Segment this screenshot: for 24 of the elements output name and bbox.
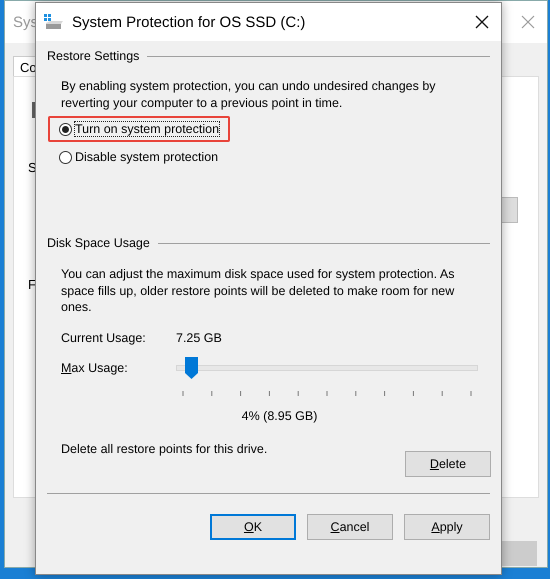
- slider-track[interactable]: [176, 356, 478, 378]
- group-heading: Disk Space Usage: [47, 236, 150, 250]
- close-icon[interactable]: [475, 15, 489, 29]
- slider-thumb[interactable]: [184, 356, 198, 378]
- radio-option[interactable]: Turn on system protection: [48, 116, 230, 142]
- delete-description: Delete all restore points for this drive.: [61, 442, 268, 456]
- radio-option[interactable]: Disable system protection: [48, 144, 230, 170]
- delete-button[interactable]: Delete: [405, 450, 491, 476]
- current-usage-value: 7.25 GB: [176, 330, 222, 344]
- radio-button[interactable]: [59, 150, 72, 164]
- label: F: [28, 277, 36, 292]
- description-text: You can adjust the maximum disk space used for system protection. As space fills up, older restore points will be deleted to make room for new ones.: [60, 266, 456, 316]
- current-usage-label: Current Usage:: [61, 330, 147, 344]
- option-label: Turn on system protection: [75, 122, 220, 136]
- partial-button[interactable]: [501, 541, 537, 566]
- option-label: Disable system protection: [75, 150, 218, 164]
- dialog-button[interactable]: Cancel: [307, 514, 393, 540]
- max-usage-reading: 4% (8.95 GB): [240, 408, 318, 422]
- dialog-button[interactable]: OK: [210, 514, 296, 540]
- dialog-button[interactable]: Apply: [404, 514, 490, 540]
- window-title: System Protection for OS SSD (C:): [72, 14, 306, 30]
- radio-button[interactable]: [59, 122, 72, 136]
- max-usage-label: Max Usage:: [61, 360, 129, 374]
- description-text: By enabling system protection, you can undo undesired changes by reverting your computer to a previous point in time.: [60, 78, 437, 111]
